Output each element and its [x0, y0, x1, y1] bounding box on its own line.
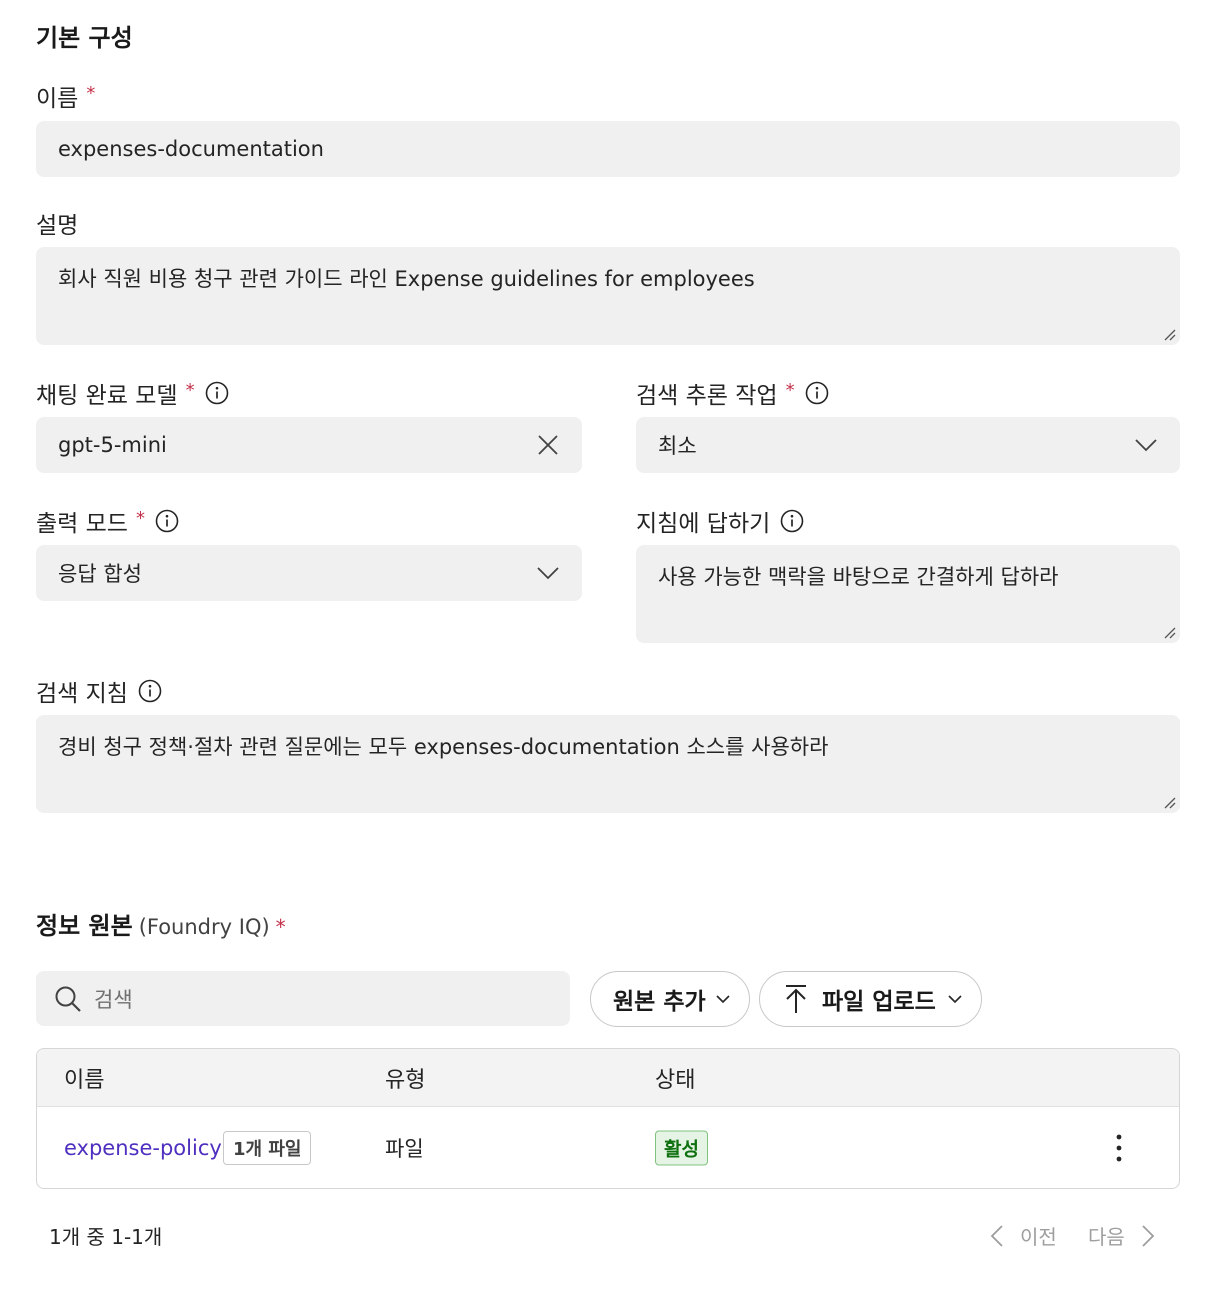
search-placeholder: 검색 — [94, 987, 133, 1012]
name-label-text: 이름 — [36, 86, 79, 112]
retrieval-instructions-textarea[interactable]: 경비 청구 정책·절차 관련 질문에는 모두 expenses-document… — [36, 715, 1180, 813]
answer-instructions-label: 지침에 답하기 — [636, 504, 804, 538]
column-header-type[interactable]: 유형 — [385, 1062, 425, 1094]
output-mode-value: 응답 합성 — [58, 562, 142, 586]
model-label-text: 채팅 완료 모델 — [36, 383, 178, 409]
sources-title: 정보 원본 — [36, 912, 133, 940]
chevron-right-icon — [1142, 1224, 1155, 1247]
retrieval-instructions-value: 경비 청구 정책·절차 관련 질문에는 모두 expenses-document… — [58, 735, 829, 759]
next-page-button[interactable]: 다음 — [1088, 1221, 1155, 1250]
chevron-down-icon — [948, 995, 962, 1004]
resize-grip-icon[interactable] — [1162, 795, 1176, 809]
required-mark: * — [135, 507, 145, 529]
resize-grip-icon[interactable] — [1162, 625, 1176, 639]
output-mode-label-text: 출력 모드 — [36, 511, 128, 537]
prev-page-label: 이전 — [1020, 1225, 1057, 1249]
chevron-down-icon — [537, 567, 559, 580]
name-input-value: expenses-documentation — [58, 137, 324, 161]
answer-instructions-value: 사용 가능한 맥락을 바탕으로 간결하게 답하라 — [658, 565, 1059, 589]
upload-icon — [786, 985, 806, 1013]
chevron-left-icon — [990, 1224, 1003, 1247]
status-badge: 활성 — [655, 1130, 708, 1165]
reasoning-dropdown[interactable]: 최소 — [636, 417, 1180, 473]
sources-section-heading: 정보 원본 (Foundry IQ) * — [36, 906, 286, 941]
info-icon[interactable] — [205, 381, 229, 405]
resize-grip-icon[interactable] — [1162, 327, 1176, 341]
reasoning-value: 최소 — [658, 434, 697, 458]
source-type: 파일 — [385, 1136, 424, 1161]
model-label: 채팅 완료 모델 * — [36, 376, 229, 410]
output-mode-label: 출력 모드 * — [36, 504, 179, 538]
table-row[interactable]: expense-policy 1개 파일 파일 활성 — [37, 1107, 1179, 1188]
column-header-status[interactable]: 상태 — [655, 1062, 695, 1094]
next-page-label: 다음 — [1088, 1225, 1125, 1249]
info-icon[interactable] — [138, 679, 162, 703]
model-value: gpt-5-mini — [58, 433, 167, 457]
required-mark: * — [785, 379, 795, 401]
answer-instructions-label-text: 지침에 답하기 — [636, 511, 771, 537]
reasoning-label-text: 검색 추론 작업 — [636, 383, 778, 409]
required-mark: * — [275, 915, 286, 939]
retrieval-instructions-label-text: 검색 지침 — [36, 681, 128, 707]
chevron-down-icon — [716, 995, 730, 1004]
add-source-label: 원본 추가 — [613, 989, 706, 1015]
required-mark: * — [185, 379, 195, 401]
prev-page-button[interactable]: 이전 — [990, 1221, 1057, 1250]
close-icon[interactable] — [536, 433, 560, 457]
description-label-text: 설명 — [36, 213, 79, 239]
table-header: 이름 유형 상태 — [37, 1049, 1179, 1107]
info-icon[interactable] — [805, 381, 829, 405]
search-icon — [55, 986, 81, 1012]
info-icon[interactable] — [155, 509, 179, 533]
required-mark: * — [86, 82, 96, 104]
model-combobox[interactable]: gpt-5-mini — [36, 417, 582, 473]
answer-instructions-textarea[interactable]: 사용 가능한 맥락을 바탕으로 간결하게 답하라 — [636, 545, 1180, 643]
source-name-link[interactable]: expense-policy — [64, 1136, 222, 1160]
upload-file-label: 파일 업로드 — [822, 989, 936, 1015]
name-input[interactable]: expenses-documentation — [36, 121, 1180, 177]
description-label: 설명 — [36, 206, 78, 240]
column-header-name[interactable]: 이름 — [64, 1062, 104, 1094]
add-source-button[interactable]: 원본 추가 — [590, 971, 750, 1027]
output-mode-dropdown[interactable]: 응답 합성 — [36, 545, 582, 601]
sources-table: 이름 유형 상태 expense-policy 1개 파일 파일 활성 — [36, 1048, 1180, 1189]
upload-file-button[interactable]: 파일 업로드 — [759, 971, 982, 1027]
retrieval-instructions-label: 검색 지침 — [36, 674, 162, 708]
search-input[interactable]: 검색 — [36, 971, 570, 1026]
section-title-basic: 기본 구성 — [36, 24, 133, 52]
info-icon[interactable] — [780, 509, 804, 533]
description-textarea[interactable]: 회사 직원 비용 청구 관련 가이드 라인 Expense guidelines… — [36, 247, 1180, 345]
file-count-badge: 1개 파일 — [223, 1130, 312, 1165]
more-options-icon[interactable] — [1115, 1134, 1123, 1162]
name-label: 이름 * — [36, 79, 95, 113]
reasoning-label: 검색 추론 작업 * — [636, 376, 829, 410]
description-value: 회사 직원 비용 청구 관련 가이드 라인 Expense guidelines… — [58, 267, 755, 291]
chevron-down-icon — [1135, 439, 1157, 452]
pagination-summary: 1개 중 1-1개 — [49, 1225, 163, 1249]
sources-subtitle: (Foundry IQ) — [138, 915, 270, 939]
